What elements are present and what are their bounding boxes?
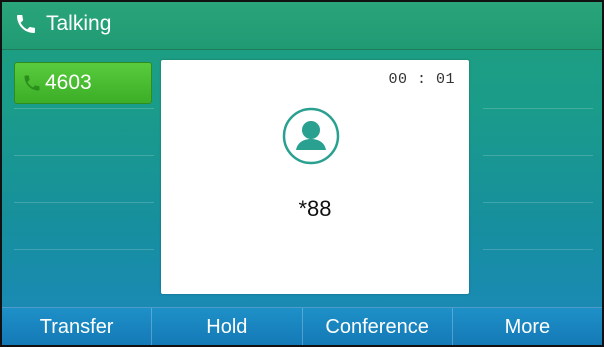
person-icon (282, 107, 340, 165)
line-slot-8[interactable] (483, 156, 593, 203)
line-slot-3[interactable] (14, 156, 154, 203)
line-slot-5[interactable] (14, 250, 154, 296)
active-call-card: 00 : 01 *88 (161, 60, 469, 294)
phone-icon (24, 75, 40, 91)
line-slot-10[interactable] (483, 250, 593, 296)
conference-softkey[interactable]: Conference (303, 308, 453, 345)
phone-icon (17, 15, 35, 33)
line-slot-4[interactable] (14, 203, 154, 250)
more-softkey[interactable]: More (453, 308, 602, 345)
line-slot-9[interactable] (483, 203, 593, 250)
line-slot-7[interactable] (483, 109, 593, 156)
line-keys-left: 4603 (14, 62, 154, 296)
line-key-4603[interactable]: 4603 (14, 62, 152, 104)
line-slot-2[interactable] (14, 109, 154, 156)
line-slot-6[interactable] (483, 62, 593, 109)
line-keys-right (483, 62, 593, 296)
callee-number: *88 (298, 196, 332, 221)
call-timer: 00 : 01 (388, 71, 455, 88)
softkey-bar: Transfer Hold Conference More (2, 307, 602, 345)
call-status-title: Talking (46, 12, 112, 35)
line-key-label: 4603 (45, 71, 92, 94)
phone-screen: Talking 4603 00 : 01 *88 Transfer Hold C… (0, 0, 604, 347)
hold-softkey[interactable]: Hold (152, 308, 303, 345)
status-header: Talking (2, 2, 602, 50)
transfer-softkey[interactable]: Transfer (2, 308, 153, 345)
